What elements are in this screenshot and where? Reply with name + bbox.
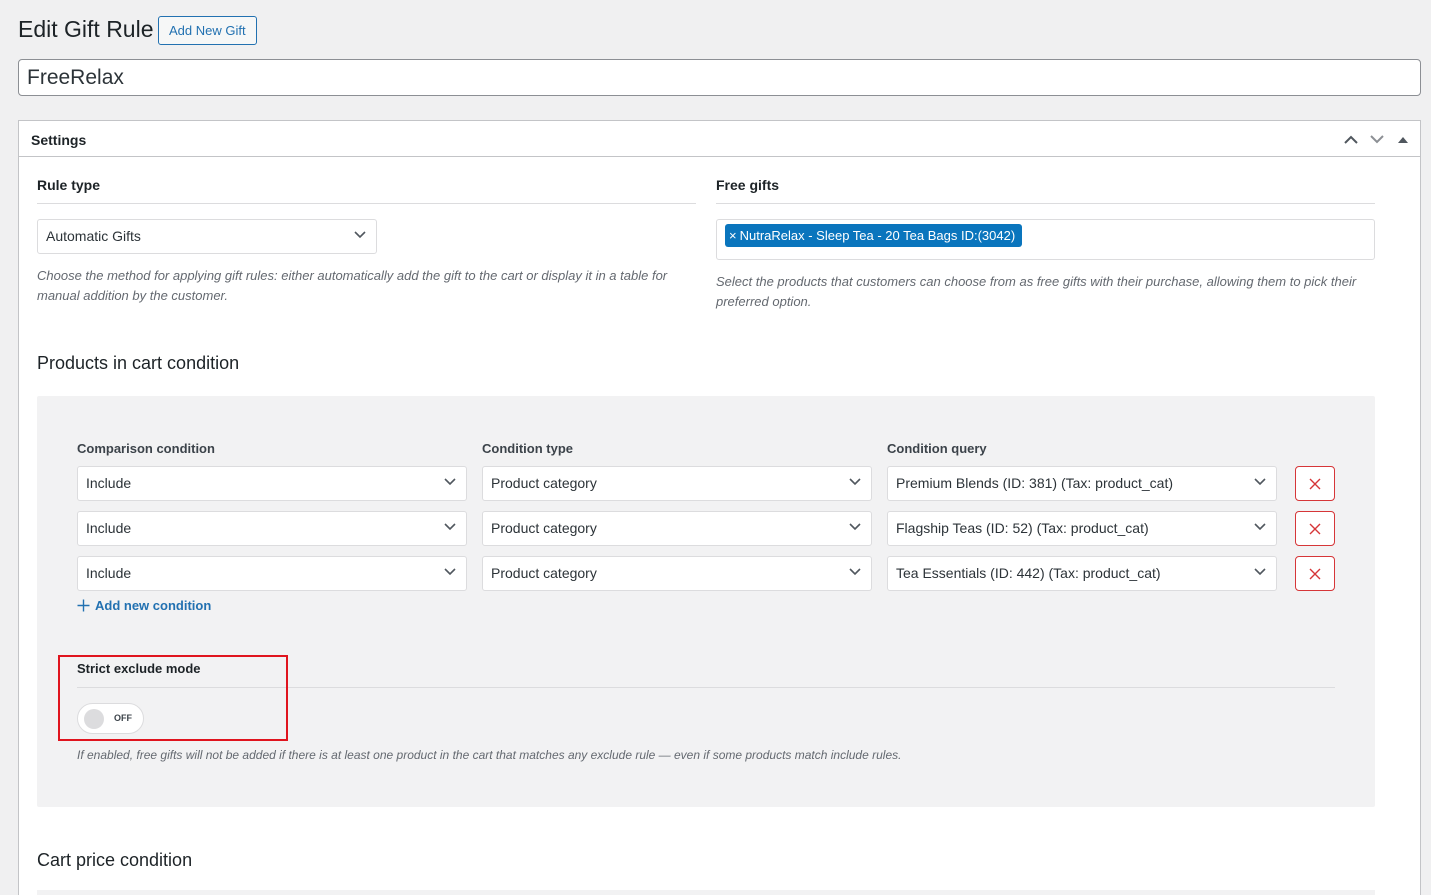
close-icon — [1309, 568, 1321, 579]
chevron-down-icon — [1254, 568, 1266, 576]
add-new-condition-link[interactable]: Add new condition — [77, 598, 211, 613]
condition-type-select[interactable]: Product category — [482, 556, 872, 591]
add-new-condition-label: Add new condition — [95, 598, 212, 613]
condition-query-select[interactable]: Flagship Teas (ID: 52) (Tax: product_cat… — [887, 511, 1277, 546]
condition-type-value: Product category — [491, 565, 597, 581]
free-gifts-selector[interactable]: × NutraRelax - Sleep Tea - 20 Tea Bags I… — [716, 219, 1375, 260]
collapse-toggle-icon[interactable] — [1390, 128, 1416, 150]
free-gifts-label: Free gifts — [716, 177, 780, 193]
chevron-down-icon — [1254, 523, 1266, 531]
comparison-select[interactable]: Include — [77, 556, 467, 591]
move-up-icon[interactable] — [1338, 128, 1364, 150]
chevron-down-icon — [444, 478, 456, 486]
chevron-down-icon — [849, 478, 861, 486]
condition-query-label: Condition query — [887, 441, 987, 456]
condition-query-value: Flagship Teas (ID: 52) (Tax: product_cat… — [896, 520, 1149, 536]
condition-type-label: Condition type — [482, 441, 573, 456]
add-new-gift-button[interactable]: Add New Gift — [158, 16, 257, 45]
rule-type-divider — [37, 203, 696, 204]
highlight-annotation-box — [58, 655, 288, 741]
plus-icon — [77, 599, 90, 612]
condition-query-value: Tea Essentials (ID: 442) (Tax: product_c… — [896, 565, 1161, 581]
chevron-down-icon — [444, 523, 456, 531]
free-gifts-description: Select the products that customers can c… — [716, 274, 1357, 309]
rule-title-input[interactable] — [18, 59, 1421, 96]
strict-mode-description: If enabled, free gifts will not be added… — [77, 748, 902, 762]
postbox-header: Settings — [19, 121, 1420, 157]
rule-type-select[interactable]: Automatic Gifts — [37, 219, 377, 254]
chevron-down-icon — [354, 231, 366, 239]
condition-type-value: Product category — [491, 520, 597, 536]
free-gift-tag-label: NutraRelax - Sleep Tea - 20 Tea Bags ID:… — [739, 228, 1016, 243]
remove-tag-icon[interactable]: × — [729, 229, 737, 242]
condition-type-value: Product category — [491, 475, 597, 491]
condition-query-select[interactable]: Tea Essentials (ID: 442) (Tax: product_c… — [887, 556, 1277, 591]
page-title: Edit Gift Rule — [18, 16, 154, 42]
cart-price-condition-panel — [37, 890, 1375, 895]
free-gift-tag[interactable]: × NutraRelax - Sleep Tea - 20 Tea Bags I… — [725, 224, 1023, 247]
condition-query-value: Premium Blends (ID: 381) (Tax: product_c… — [896, 475, 1173, 491]
comparison-value: Include — [86, 475, 132, 491]
rule-type-description: Choose the method for applying gift rule… — [37, 268, 668, 303]
delete-condition-button[interactable] — [1295, 466, 1335, 501]
comparison-select[interactable]: Include — [77, 466, 467, 501]
cart-price-condition-heading: Cart price condition — [37, 850, 193, 870]
close-icon — [1309, 478, 1321, 489]
free-gifts-divider — [716, 203, 1375, 204]
comparison-value: Include — [86, 565, 132, 581]
condition-query-select[interactable]: Premium Blends (ID: 381) (Tax: product_c… — [887, 466, 1277, 501]
condition-type-select[interactable]: Product category — [482, 466, 872, 501]
move-down-icon[interactable] — [1364, 128, 1390, 150]
comparison-value: Include — [86, 520, 132, 536]
rule-type-label: Rule type — [37, 177, 101, 193]
chevron-down-icon — [1254, 478, 1266, 486]
comparison-select[interactable]: Include — [77, 511, 467, 546]
settings-postbox: Settings Rule type Automatic Gifts Choos… — [18, 120, 1421, 895]
chevron-down-icon — [849, 523, 861, 531]
chevron-down-icon — [444, 568, 456, 576]
delete-condition-button[interactable] — [1295, 511, 1335, 546]
products-condition-heading: Products in cart condition — [37, 353, 240, 373]
delete-condition-button[interactable] — [1295, 556, 1335, 591]
close-icon — [1309, 523, 1321, 534]
rule-type-value: Automatic Gifts — [46, 228, 141, 244]
postbox-title: Settings — [31, 132, 87, 148]
postbox-handle-actions — [1338, 128, 1416, 150]
comparison-condition-label: Comparison condition — [77, 441, 215, 456]
products-condition-panel: Comparison condition Condition type Cond… — [37, 396, 1375, 807]
chevron-down-icon — [849, 568, 861, 576]
condition-type-select[interactable]: Product category — [482, 511, 872, 546]
